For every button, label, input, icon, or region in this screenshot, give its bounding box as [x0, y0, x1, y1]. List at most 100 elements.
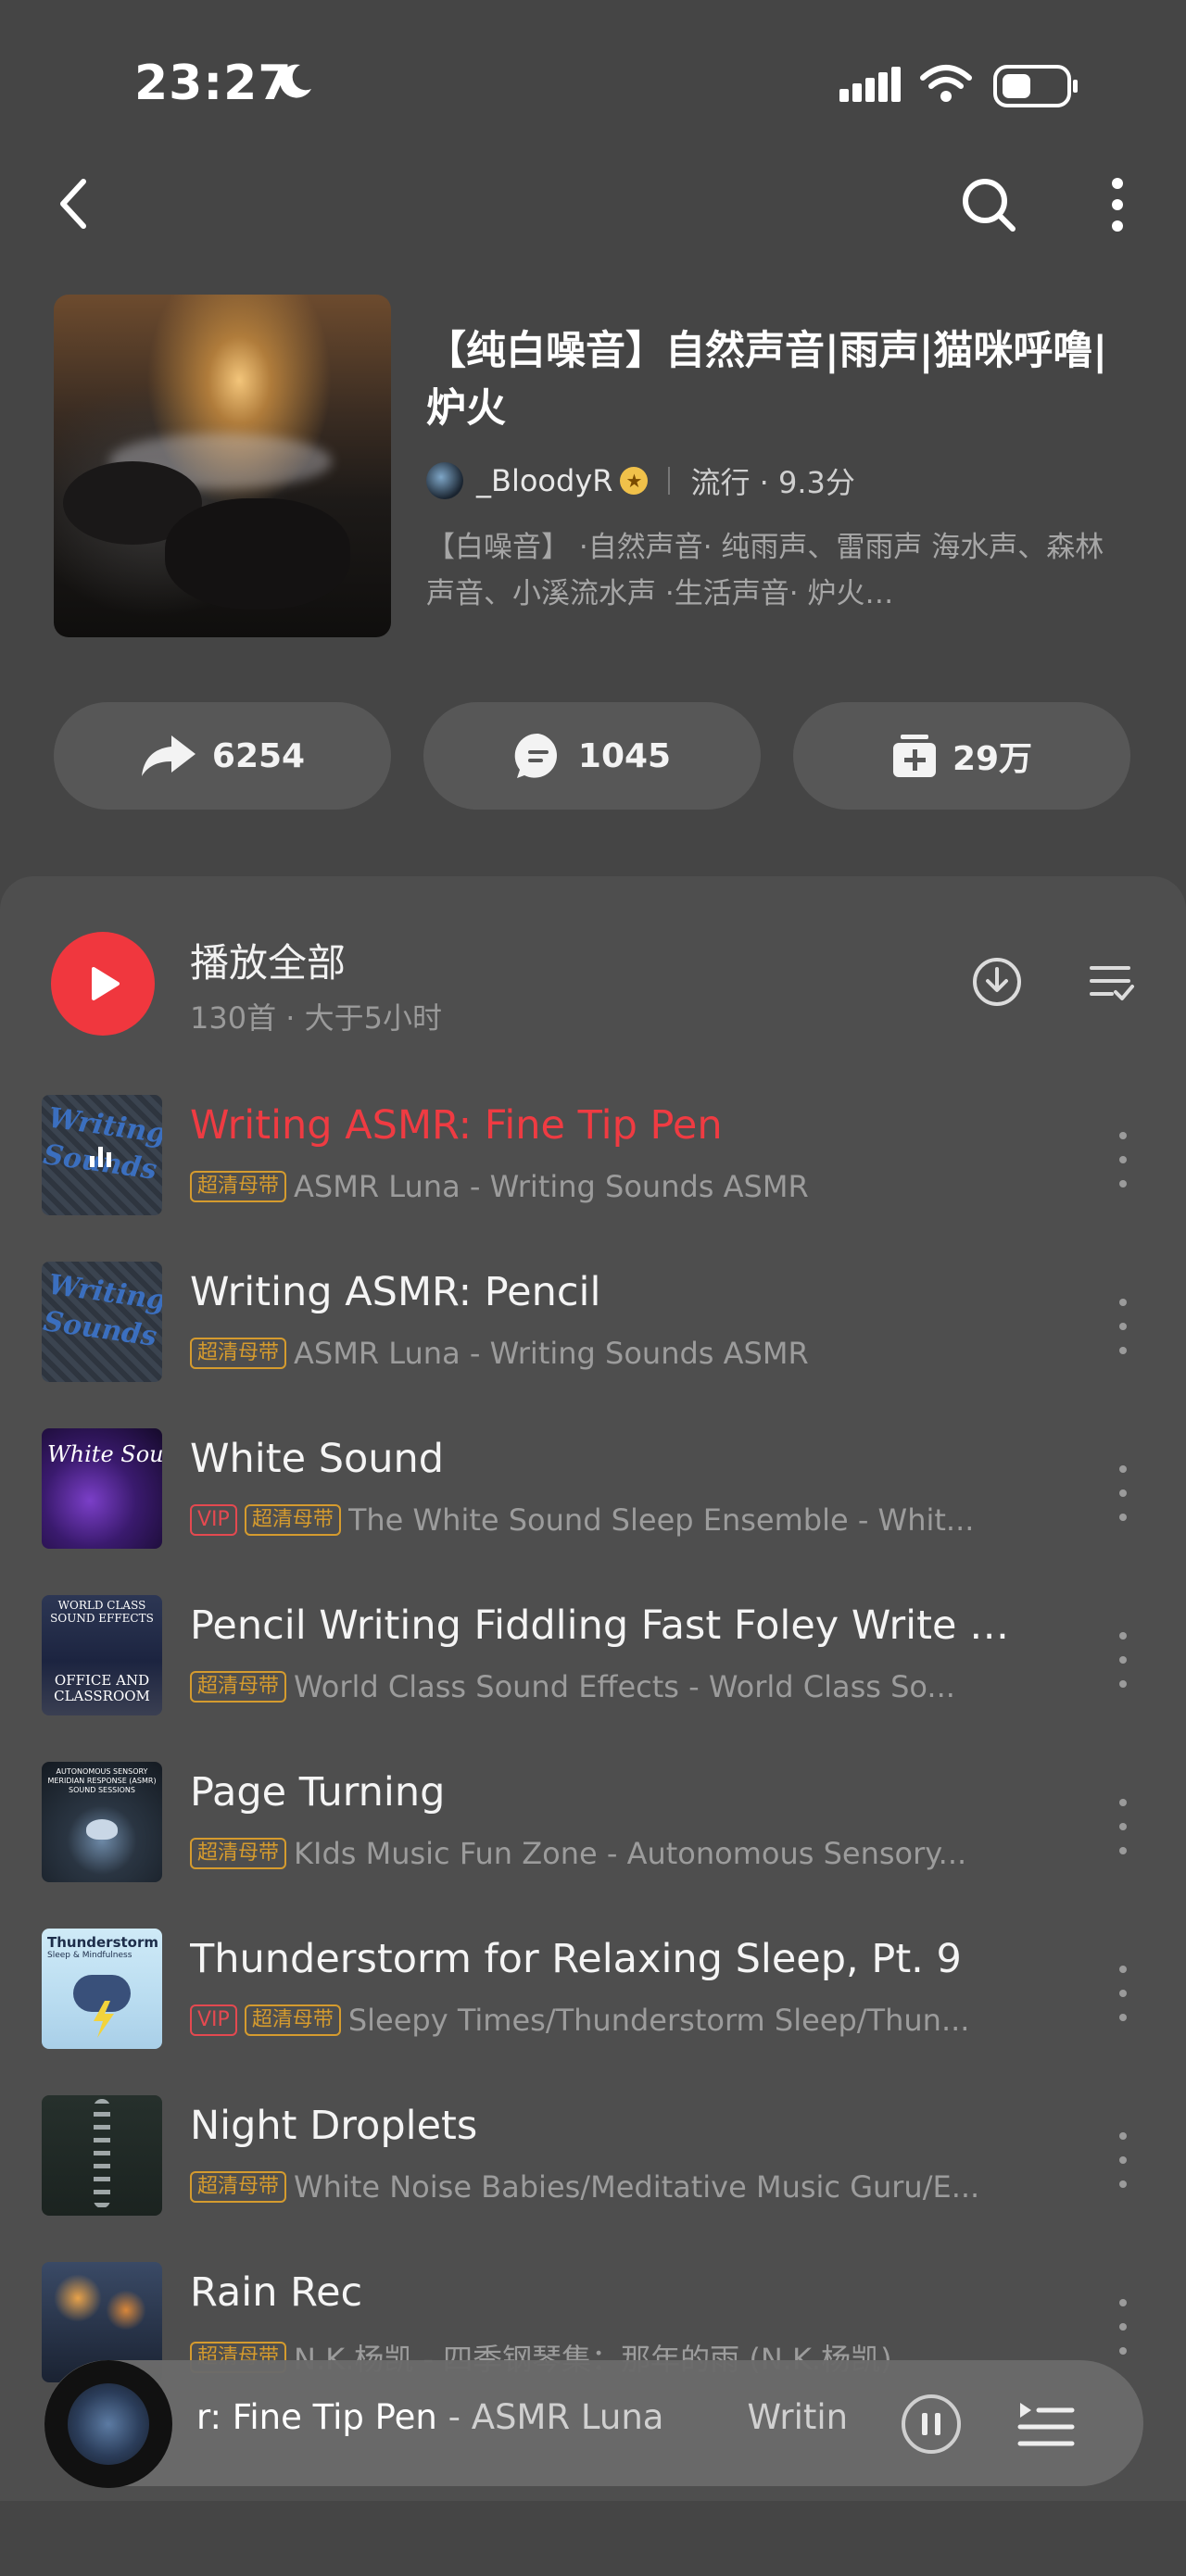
- genre-rating: 流行 · 9.3分: [690, 465, 855, 500]
- creator-name[interactable]: _BloodyR: [476, 463, 612, 498]
- search-button[interactable]: [956, 172, 1021, 237]
- song-artist: ASMR Luna - Writing Sounds ASMR: [294, 1169, 809, 1204]
- hq-master-tag: 超清母带: [190, 1671, 287, 1703]
- song-subtitle: VIP 超清母带 The White Sound Sleep Ensemble …: [190, 1502, 1015, 1538]
- song-artist: KIds Music Fun Zone - Autonomous Sensory…: [294, 1836, 967, 1871]
- lotus-icon: [86, 1819, 118, 1840]
- comment-icon: [514, 733, 557, 778]
- multi-select-button[interactable]: [1084, 954, 1140, 1010]
- vip-tag: VIP: [190, 1504, 237, 1536]
- mini-player-disc[interactable]: [44, 2360, 172, 2488]
- pause-button[interactable]: [899, 2392, 964, 2457]
- hq-master-tag: 超清母带: [244, 1504, 341, 1536]
- creator-row[interactable]: _BloodyR ★ 流行 · 9.3分: [426, 458, 855, 504]
- play-all-label[interactable]: 播放全部: [190, 932, 346, 988]
- more-menu-button[interactable]: [1099, 172, 1136, 237]
- vip-tag: VIP: [190, 2004, 237, 2036]
- art-text: WORLD CLASS SOUND EFFECTS: [50, 1599, 154, 1625]
- song-title: Pencil Writing Fiddling Fast Foley Write…: [190, 1602, 1024, 1649]
- song-row[interactable]: White Sound White Sound VIP 超清母带 The Whi…: [0, 1428, 1186, 1595]
- mini-player-artist: - ASMR Luna: [436, 2397, 664, 2437]
- home-bar: [0, 2501, 1186, 2576]
- mini-player-next-title: Writin: [747, 2397, 849, 2437]
- song-subtitle: VIP 超清母带 Sleepy Times/Thunderstorm Sleep…: [190, 2003, 1015, 2038]
- song-more-button[interactable]: [1108, 2299, 1138, 2355]
- share-count: 6254: [211, 736, 306, 775]
- art-text: Writing Sounds: [42, 1101, 162, 1187]
- playing-bars-icon: [90, 1147, 114, 1167]
- song-more-button[interactable]: [1108, 1799, 1138, 1854]
- song-title: Thunderstorm for Relaxing Sleep, Pt. 9: [190, 1936, 962, 1982]
- share-button[interactable]: 6254: [54, 702, 391, 810]
- art-text: Sleep & Mindfulness: [47, 1951, 132, 1960]
- hq-master-tag: 超清母带: [190, 1171, 287, 1202]
- mini-player-title: r: Fine Tip Pen: [196, 2397, 437, 2437]
- song-row[interactable]: AUTONOMOUS SENSORY MERIDIAN RESPONSE (AS…: [0, 1762, 1186, 1929]
- comment-count: 1045: [577, 736, 672, 775]
- collect-count: 29万: [952, 740, 1033, 778]
- song-subtitle: 超清母带 ASMR Luna - Writing Sounds ASMR: [190, 1336, 1015, 1371]
- song-more-button[interactable]: [1108, 1632, 1138, 1688]
- song-artist: ASMR Luna - Writing Sounds ASMR: [294, 1336, 809, 1371]
- play-all-button[interactable]: [51, 932, 155, 1036]
- song-subtitle: 超清母带 White Noise Babies/Meditative Music…: [190, 2169, 1015, 2205]
- song-art-writing: Writing Sounds: [42, 1095, 162, 1215]
- song-art-world-class: WORLD CLASS SOUND EFFECTS OFFICE AND CLA…: [42, 1595, 162, 1715]
- song-title: Writing ASMR: Fine Tip Pen: [190, 1102, 723, 1149]
- song-row[interactable]: Writing Sounds Writing ASMR: Pencil 超清母带…: [0, 1262, 1186, 1428]
- song-row[interactable]: Writing Sounds Writing ASMR: Fine Tip Pe…: [0, 1095, 1186, 1262]
- status-time: 23:27: [134, 56, 293, 111]
- mini-player-song-info[interactable]: r: Fine Tip Pen - ASMR Luna Writin: [196, 2397, 891, 2437]
- song-art-page-turning: AUTONOMOUS SENSORY MERIDIAN RESPONSE (AS…: [42, 1762, 162, 1882]
- crown-icon: ★: [620, 467, 649, 495]
- play-icon: [92, 967, 120, 1000]
- song-more-button[interactable]: [1108, 1132, 1138, 1187]
- song-row[interactable]: Night Droplets 超清母带 White Noise Babies/M…: [0, 2095, 1186, 2262]
- wifi-icon: [919, 63, 973, 107]
- battery-icon: [993, 65, 1079, 111]
- song-artist: Sleepy Times/Thunderstorm Sleep/Thun...: [347, 2003, 970, 2038]
- download-button[interactable]: [969, 954, 1025, 1010]
- playlist-queue-button[interactable]: [1014, 2392, 1079, 2457]
- playlist-cover[interactable]: [54, 295, 391, 637]
- playlist-description[interactable]: 【白噪音】 ·自然声音· 纯雨声、雷雨声 海水声、森林声音、小溪流水声 ·生活声…: [426, 524, 1112, 617]
- hq-master-tag: 超清母带: [190, 1338, 287, 1369]
- song-artist: The White Sound Sleep Ensemble - Whit...: [347, 1502, 975, 1538]
- song-row[interactable]: WORLD CLASS SOUND EFFECTS OFFICE AND CLA…: [0, 1595, 1186, 1762]
- art-text: AUTONOMOUS SENSORY MERIDIAN RESPONSE (AS…: [47, 1767, 157, 1794]
- song-title: Writing ASMR: Pencil: [190, 1269, 601, 1315]
- song-title: Night Droplets: [190, 2103, 478, 2149]
- song-art-white-sound: White Sound: [42, 1428, 162, 1549]
- song-more-button[interactable]: [1108, 1966, 1138, 2021]
- song-subtitle: 超清母带 KIds Music Fun Zone - Autonomous Se…: [190, 1836, 1015, 1871]
- signal-icon: [839, 67, 902, 107]
- song-row[interactable]: Thunderstorm Sleep & Mindfulness Thunder…: [0, 1929, 1186, 2095]
- art-text: Writing Sounds: [42, 1268, 162, 1353]
- avatar[interactable]: [426, 462, 463, 499]
- hq-master-tag: 超清母带: [244, 2004, 341, 2036]
- song-more-button[interactable]: [1108, 2132, 1138, 2188]
- song-title: Rain Rec: [190, 2269, 363, 2316]
- song-art-writing: Writing Sounds: [42, 1262, 162, 1382]
- song-artist: World Class Sound Effects - World Class …: [294, 1669, 955, 1704]
- moon-icon: [274, 61, 315, 102]
- song-subtitle: 超清母带 World Class Sound Effects - World C…: [190, 1669, 1015, 1704]
- lightning-icon: [94, 2001, 114, 2038]
- song-more-button[interactable]: [1108, 1465, 1138, 1521]
- art-text: White Sound: [47, 1441, 162, 1467]
- song-artist: White Noise Babies/Meditative Music Guru…: [294, 2169, 980, 2205]
- comment-button[interactable]: 1045: [423, 702, 761, 810]
- song-count-duration: 130首 · 大于5小时: [190, 1000, 442, 1036]
- song-art-thunderstorm: Thunderstorm Sleep & Mindfulness: [42, 1929, 162, 2049]
- song-more-button[interactable]: [1108, 1299, 1138, 1354]
- playlist-title: 【纯白噪音】自然声音|雨声|猫咪呼噜|炉火: [426, 328, 1108, 432]
- collect-add-icon: [892, 735, 936, 777]
- back-button[interactable]: [46, 176, 102, 232]
- divider: [668, 467, 671, 495]
- hq-master-tag: 超清母带: [190, 2171, 287, 2203]
- share-icon: [141, 735, 196, 776]
- collect-button[interactable]: 29万: [793, 702, 1130, 810]
- song-subtitle: 超清母带 ASMR Luna - Writing Sounds ASMR: [190, 1169, 1015, 1204]
- song-art-night-droplets: [42, 2095, 162, 2216]
- art-text: Thunderstorm: [47, 1934, 159, 1951]
